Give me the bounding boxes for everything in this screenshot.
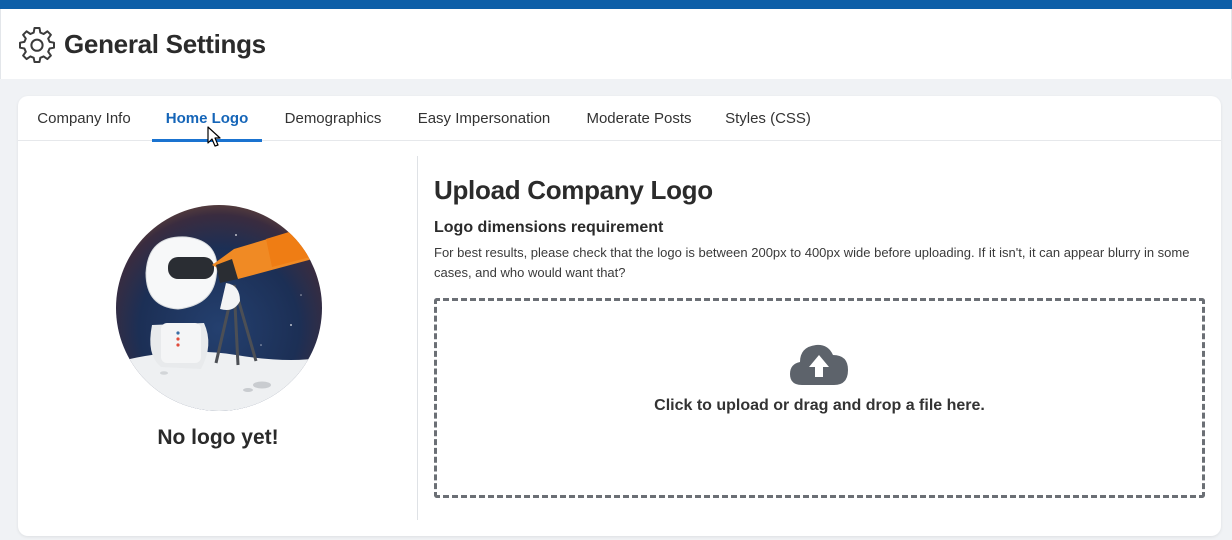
requirement-text: For best results, please check that the … xyxy=(434,245,1190,280)
tab-company-info[interactable]: Company Info xyxy=(37,96,131,141)
cloud-upload-icon xyxy=(788,341,850,387)
tab-bar: Company Info Home Logo Demographics Easy… xyxy=(18,96,1221,142)
upload-title: Upload Company Logo xyxy=(434,175,713,205)
tab-demographics[interactable]: Demographics xyxy=(283,96,383,141)
page-title: General Settings xyxy=(64,28,266,59)
settings-card: Company Info Home Logo Demographics Easy… xyxy=(18,96,1221,536)
tab-easy-impersonation[interactable]: Easy Impersonation xyxy=(417,96,551,141)
mouse-cursor-icon xyxy=(207,126,221,147)
upload-pane: Upload Company Logo Logo dimensions requ… xyxy=(434,156,1206,520)
tab-moderate-posts[interactable]: Moderate Posts xyxy=(585,96,693,141)
astronaut-telescope-illustration xyxy=(116,205,322,411)
logo-dropzone[interactable]: Click to upload or drag and drop a file … xyxy=(434,298,1205,498)
top-accent-bar xyxy=(0,0,1232,9)
dropzone-text: Click to upload or drag and drop a file … xyxy=(654,397,985,414)
no-logo-text: No logo yet! xyxy=(157,426,279,449)
requirement-title: Logo dimensions requirement xyxy=(434,219,664,236)
logo-preview-pane: No logo yet! xyxy=(18,156,418,520)
gear-icon xyxy=(18,25,56,63)
page-header: General Settings xyxy=(0,9,1232,79)
tab-styles-css[interactable]: Styles (CSS) xyxy=(725,96,811,141)
